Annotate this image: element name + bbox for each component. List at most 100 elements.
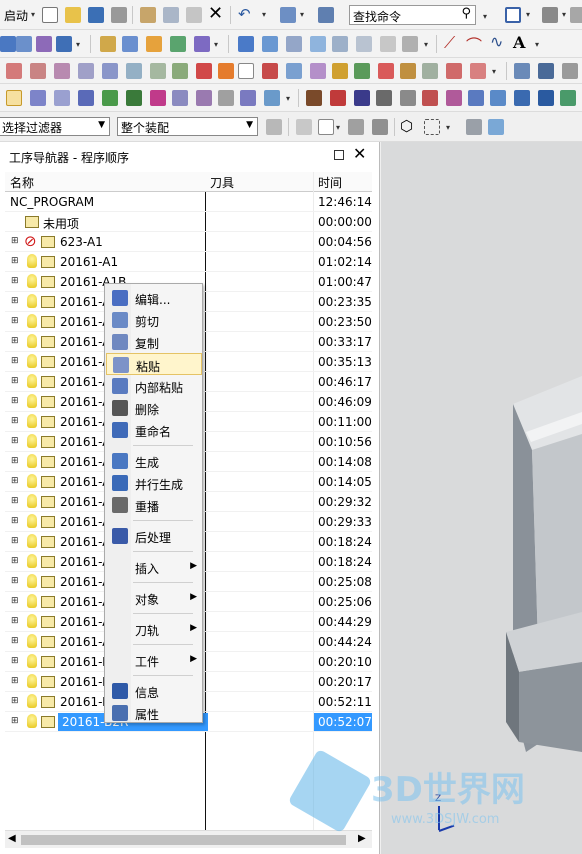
machine-tool-icon-7[interactable]	[150, 63, 166, 79]
undo-icon[interactable]: ↶	[238, 5, 251, 23]
chevron-down-icon[interactable]: ▾	[446, 123, 450, 132]
menu-item-cut[interactable]: 剪切	[106, 309, 202, 331]
paste-icon[interactable]	[186, 7, 202, 23]
menu-item-copy[interactable]: 复制	[106, 331, 202, 353]
feature-icon-14[interactable]	[330, 90, 346, 106]
machine-tool-icon-3[interactable]	[54, 63, 70, 79]
chevron-down-icon[interactable]: ▾	[492, 67, 496, 76]
feature-icon-9[interactable]	[196, 90, 212, 106]
search-icon[interactable]: ⚲	[461, 6, 471, 21]
copy-icon[interactable]	[163, 7, 179, 23]
select-icon[interactable]	[296, 119, 312, 135]
save-icon[interactable]	[88, 7, 104, 23]
column-time-header[interactable]: 时间	[318, 174, 342, 191]
machine-tool-icon-1[interactable]	[6, 63, 22, 79]
table-row[interactable]: ⊞ 20161-A1 01:02:14	[5, 252, 372, 272]
machine-tool-icon-13[interactable]	[332, 63, 348, 79]
info-icon-2[interactable]	[446, 63, 462, 79]
list-toolpath-icon[interactable]	[286, 36, 302, 52]
simulate-machine-icon[interactable]	[332, 36, 348, 52]
hexagon-icon[interactable]: ⬡	[400, 117, 413, 135]
shop-docs-icon[interactable]	[402, 36, 418, 52]
expand-icon[interactable]: ⊞	[11, 577, 20, 587]
menu-item-delete[interactable]: 删除	[106, 397, 202, 419]
machine-tool-icon-19[interactable]	[538, 63, 554, 79]
create-program-icon[interactable]	[100, 36, 116, 52]
expand-icon[interactable]: ⊞	[11, 317, 20, 327]
menu-item-postprocess[interactable]: 后处理	[106, 525, 202, 547]
chevron-down-icon[interactable]: ▾	[562, 10, 566, 19]
feature-icon-3[interactable]	[54, 90, 70, 106]
graphics-viewport[interactable]: Z 3D世界网 www.3DSJW.com	[287, 142, 582, 854]
expand-icon[interactable]: ⊞	[11, 557, 20, 567]
expand-icon[interactable]: ⊞	[11, 417, 20, 427]
feature-icon-23[interactable]	[538, 90, 554, 106]
delete-toolpath-icon[interactable]	[356, 36, 372, 52]
program-view-icon[interactable]	[0, 36, 16, 52]
snap-icon-3[interactable]	[372, 119, 388, 135]
rectangle-select-icon[interactable]	[424, 119, 440, 135]
program-root-row[interactable]: NC_PROGRAM 12:46:14	[5, 192, 372, 212]
machine-tool-icon-8[interactable]	[172, 63, 188, 79]
machine-tool-icon-12[interactable]	[310, 63, 326, 79]
expand-icon[interactable]: ⊞	[11, 437, 20, 447]
machine-tool-icon-5[interactable]	[102, 63, 118, 79]
start-menu-button[interactable]: 启动	[4, 7, 28, 24]
feature-icon-6[interactable]	[126, 90, 142, 106]
text-icon[interactable]: A	[513, 33, 525, 52]
feature-icon-18[interactable]	[422, 90, 438, 106]
column-tool-header[interactable]: 刀具	[210, 174, 234, 191]
feature-icon-11[interactable]	[240, 90, 256, 106]
feature-icon-12[interactable]	[264, 90, 280, 106]
selection-scope-select[interactable]: 整个装配 ▼	[117, 117, 258, 136]
chevron-down-icon[interactable]: ▾	[424, 40, 428, 49]
layout-icon[interactable]	[505, 7, 521, 23]
table-row[interactable]: 未用项 00:00:00	[5, 212, 372, 232]
feature-icon-2[interactable]	[30, 90, 46, 106]
search-input[interactable]: 查找命令 ⚲	[349, 5, 476, 25]
menu-item-replay[interactable]: 重播	[106, 494, 202, 516]
snap-point-icon[interactable]	[318, 119, 334, 135]
verify-toolpath-icon[interactable]	[310, 36, 326, 52]
expand-icon[interactable]: ⊞	[11, 337, 20, 347]
new-file-icon[interactable]	[42, 7, 58, 23]
expand-icon[interactable]: ⊞	[11, 617, 20, 627]
view-icon[interactable]	[570, 7, 582, 23]
expand-icon[interactable]: ⊞	[11, 717, 20, 727]
machine-tool-icon-6[interactable]	[126, 63, 142, 79]
feature-icon-21[interactable]	[490, 90, 506, 106]
feature-icon-22[interactable]	[514, 90, 530, 106]
expand-icon[interactable]: ⊞	[11, 517, 20, 527]
machine-tool-icon-15[interactable]	[378, 63, 394, 79]
info-icon-3[interactable]	[470, 63, 486, 79]
info-icon[interactable]	[262, 63, 278, 79]
expand-icon[interactable]: ⊞	[11, 597, 20, 607]
menu-item-parallel-generate[interactable]: 并行生成	[106, 472, 202, 494]
feature-icon-13[interactable]	[306, 90, 322, 106]
feature-icon-5[interactable]	[102, 90, 118, 106]
line-icon[interactable]: ⟋	[444, 33, 455, 53]
view-cube-icon[interactable]	[466, 119, 482, 135]
expand-icon[interactable]: ⊞	[11, 397, 20, 407]
snap-icon-2[interactable]	[348, 119, 364, 135]
render-style-icon[interactable]	[542, 7, 558, 23]
expand-icon[interactable]: ⊞	[11, 457, 20, 467]
generate-toolpath-icon[interactable]	[238, 36, 254, 52]
feature-icon-15[interactable]	[354, 90, 370, 106]
delete-icon[interactable]: ✕	[208, 3, 223, 24]
table-row[interactable]: ⊞ ⊘ 623-A1 00:04:56	[5, 232, 372, 252]
expand-icon[interactable]: ⊞	[11, 357, 20, 367]
feature-icon-20[interactable]	[468, 90, 484, 106]
geometry-view-icon[interactable]	[36, 36, 52, 52]
feature-icon-7[interactable]	[150, 90, 166, 106]
window-icon[interactable]	[280, 7, 296, 23]
box-icon[interactable]	[488, 119, 504, 135]
chevron-down-icon[interactable]: ▾	[483, 12, 487, 21]
expand-icon[interactable]: ⊞	[11, 277, 20, 287]
expand-icon[interactable]: ⊞	[11, 697, 20, 707]
menu-item-submenu-16[interactable]: 对象 ▶	[106, 587, 202, 609]
feature-icon-19[interactable]	[446, 90, 462, 106]
menu-item-paste-inside[interactable]: 内部粘贴	[106, 375, 202, 397]
menu-item-rename[interactable]: 重命名	[106, 419, 202, 441]
column-name-header[interactable]: 名称	[10, 174, 34, 191]
